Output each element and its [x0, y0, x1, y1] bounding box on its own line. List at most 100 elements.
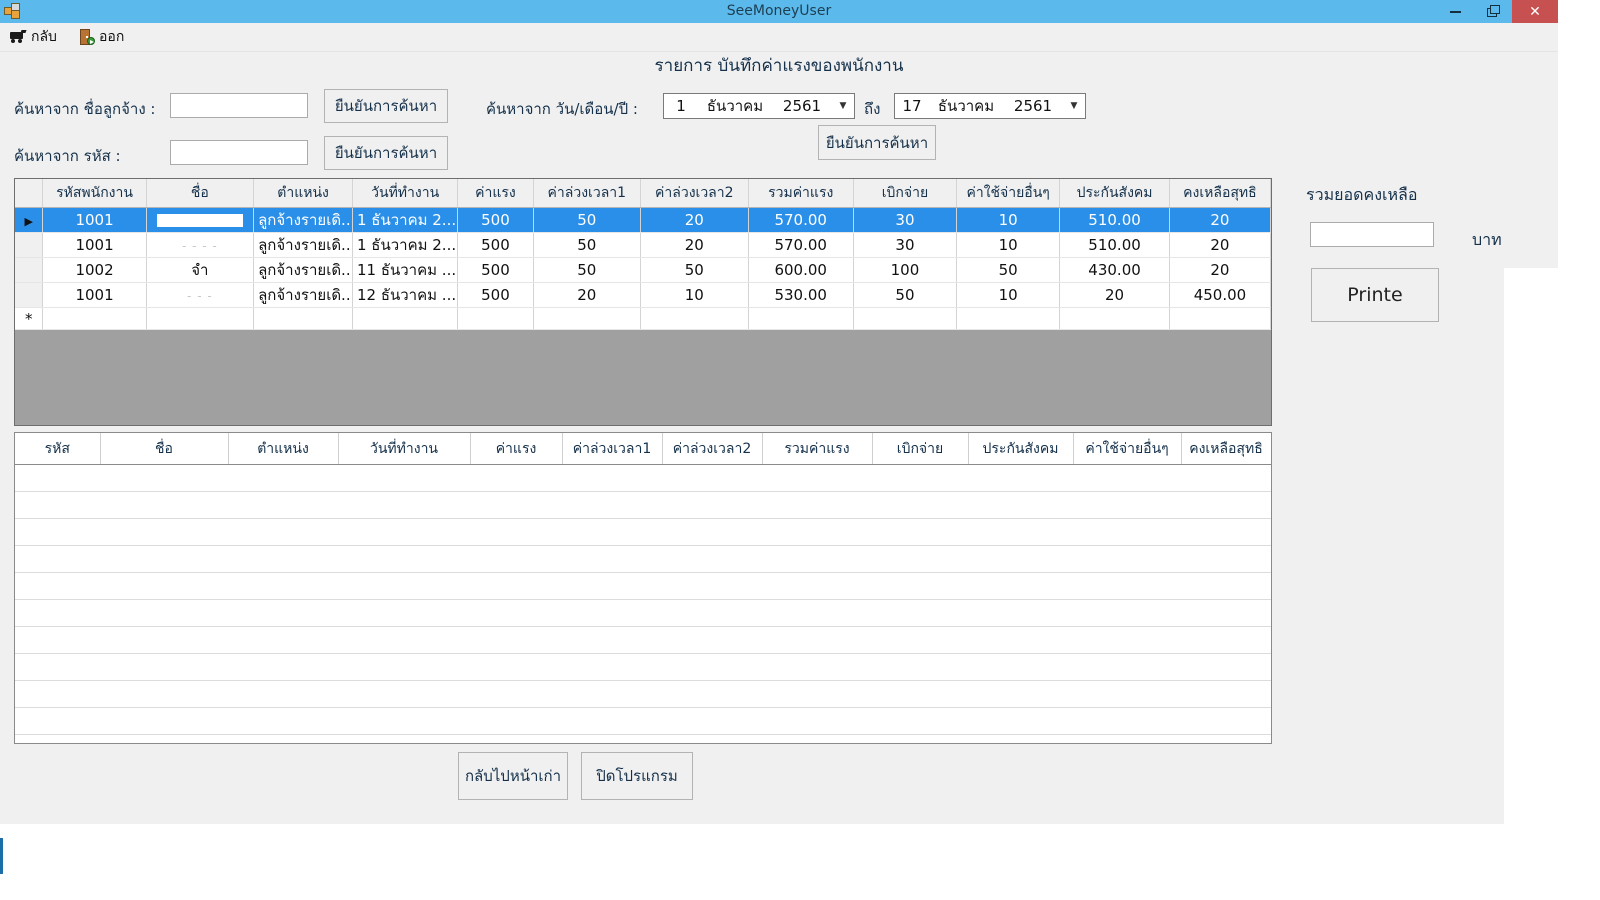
cell-social-security[interactable]: 510.00 — [1060, 208, 1170, 233]
cell-position[interactable]: ลูกจ้างรายเดิ... — [254, 208, 353, 233]
col-total-wage[interactable]: รวมค่าแรง — [762, 433, 872, 465]
table-row[interactable]: 1001 - - - ลูกจ้างรายเดิ... 12 ธันวาคม .… — [15, 283, 1271, 308]
col-workdate[interactable]: วันที่ทำงาน — [353, 179, 458, 208]
cell-name[interactable]: - - - - — [146, 233, 253, 258]
new-cell[interactable] — [957, 308, 1060, 330]
col-withdraw[interactable]: เบิกจ่าย — [872, 433, 968, 465]
cell-workdate[interactable]: 1 ธันวาคม 2... — [353, 208, 458, 233]
cell-ot2[interactable]: 50 — [641, 258, 748, 283]
row-selector[interactable] — [15, 233, 43, 258]
cell-total-wage[interactable]: 570.00 — [748, 208, 853, 233]
col-other-expense[interactable]: ค่าใช้จ่ายอื่นๆ — [957, 179, 1060, 208]
cell-social-security[interactable]: 510.00 — [1060, 233, 1170, 258]
new-cell[interactable] — [43, 308, 146, 330]
cell-other-expense[interactable]: 10 — [957, 283, 1060, 308]
cell-ot1[interactable]: 50 — [533, 233, 640, 258]
col-social-security[interactable]: ประกันสังคม — [968, 433, 1073, 465]
search-name-input[interactable] — [170, 93, 308, 118]
new-cell[interactable] — [641, 308, 748, 330]
cell-social-security[interactable]: 20 — [1060, 283, 1170, 308]
cell-position[interactable]: ลูกจ้างรายเดิ... — [254, 258, 353, 283]
cell-name[interactable]: - - - — [146, 283, 253, 308]
table-row[interactable]: ▶ 1001 ลูกจ้างรายเดิ... 1 ธันวาคม 2... 5… — [15, 208, 1271, 233]
search-name-button[interactable]: ยืนยันการค้นหา — [324, 89, 448, 123]
summary-total-input[interactable] — [1310, 222, 1434, 247]
cell-total-wage[interactable]: 530.00 — [748, 283, 853, 308]
cell-emp-code[interactable]: 1001 — [43, 233, 146, 258]
cell-ot2[interactable]: 10 — [641, 283, 748, 308]
cell-net-balance[interactable]: 20 — [1169, 233, 1270, 258]
new-cell[interactable] — [533, 308, 640, 330]
col-emp-code[interactable]: รหัสพนักงาน — [43, 179, 146, 208]
cell-wage[interactable]: 500 — [458, 283, 533, 308]
restore-button[interactable] — [1474, 0, 1512, 23]
menu-item-exit[interactable]: ออก — [74, 23, 130, 51]
cell-net-balance[interactable]: 20 — [1169, 208, 1270, 233]
cell-ot2[interactable]: 20 — [641, 208, 748, 233]
row-selector[interactable]: ▶ — [15, 208, 43, 233]
cell-emp-code[interactable]: 1001 — [43, 208, 146, 233]
col-name[interactable]: ชื่อ — [100, 433, 228, 465]
cell-wage[interactable]: 500 — [458, 208, 533, 233]
col-position[interactable]: ตำแหน่ง — [254, 179, 353, 208]
col-social-security[interactable]: ประกันสังคม — [1060, 179, 1170, 208]
search-code-button[interactable]: ยืนยันการค้นหา — [324, 136, 448, 170]
cell-other-expense[interactable]: 10 — [957, 208, 1060, 233]
close-program-button[interactable]: ปิดโปรแกรม — [581, 752, 693, 800]
col-ot2[interactable]: ค่าล่วงเวลา2 — [662, 433, 762, 465]
cell-position[interactable]: ลูกจ้างรายเดิ... — [254, 233, 353, 258]
new-cell[interactable] — [1169, 308, 1270, 330]
cell-wage[interactable]: 500 — [458, 233, 533, 258]
cell-total-wage[interactable]: 570.00 — [748, 233, 853, 258]
cell-ot1[interactable]: 50 — [533, 208, 640, 233]
cell-wage[interactable]: 500 — [458, 258, 533, 283]
cell-withdraw[interactable]: 50 — [853, 283, 956, 308]
search-date-button[interactable]: ยืนยันการค้นหา — [818, 125, 936, 160]
table-row[interactable]: 1001 - - - - ลูกจ้างรายเดิ... 1 ธันวาคม … — [15, 233, 1271, 258]
cell-position[interactable]: ลูกจ้างรายเดิ... — [254, 283, 353, 308]
chevron-down-icon[interactable]: ▼ — [1063, 94, 1085, 118]
cell-name[interactable]: จำ — [146, 258, 253, 283]
col-withdraw[interactable]: เบิกจ่าย — [853, 179, 956, 208]
new-cell[interactable] — [853, 308, 956, 330]
cell-withdraw[interactable]: 30 — [853, 208, 956, 233]
print-button[interactable]: Printe — [1311, 268, 1439, 322]
cell-other-expense[interactable]: 50 — [957, 258, 1060, 283]
date-from-picker[interactable]: 1 ธันวาคม 2561 ▼ — [663, 93, 855, 119]
cell-ot1[interactable]: 20 — [533, 283, 640, 308]
new-cell[interactable] — [254, 308, 353, 330]
cell-emp-code[interactable]: 1001 — [43, 283, 146, 308]
col-ot2[interactable]: ค่าล่วงเวลา2 — [641, 179, 748, 208]
new-row[interactable]: * — [15, 308, 1271, 330]
col-name[interactable]: ชื่อ — [146, 179, 253, 208]
col-net-balance[interactable]: คงเหลือสุทธิ — [1169, 179, 1270, 208]
new-cell[interactable] — [353, 308, 458, 330]
new-cell[interactable] — [146, 308, 253, 330]
new-cell[interactable] — [458, 308, 533, 330]
col-total-wage[interactable]: รวมค่าแรง — [748, 179, 853, 208]
new-cell[interactable] — [748, 308, 853, 330]
col-ot1[interactable]: ค่าล่วงเวลา1 — [562, 433, 662, 465]
row-selector[interactable] — [15, 283, 43, 308]
cell-social-security[interactable]: 430.00 — [1060, 258, 1170, 283]
wage-report-grid[interactable]: รหัส ชื่อ ตำแหน่ง วันที่ทำงาน ค่าแรง ค่า… — [14, 432, 1272, 744]
cell-name[interactable] — [146, 208, 253, 233]
cell-emp-code[interactable]: 1002 — [43, 258, 146, 283]
cell-ot1[interactable]: 50 — [533, 258, 640, 283]
cell-total-wage[interactable]: 600.00 — [748, 258, 853, 283]
table-row[interactable]: 1002 จำ ลูกจ้างรายเดิ... 11 ธันวาคม ... … — [15, 258, 1271, 283]
search-code-input[interactable] — [170, 140, 308, 165]
cell-net-balance[interactable]: 450.00 — [1169, 283, 1270, 308]
menu-item-back[interactable]: กลับ — [4, 23, 63, 51]
col-code[interactable]: รหัส — [15, 433, 100, 465]
employee-wage-grid[interactable]: รหัสพนักงาน ชื่อ ตำแหน่ง วันที่ทำงาน ค่า… — [14, 178, 1272, 426]
cell-net-balance[interactable]: 20 — [1169, 258, 1270, 283]
cell-other-expense[interactable]: 10 — [957, 233, 1060, 258]
new-cell[interactable] — [1060, 308, 1170, 330]
col-wage[interactable]: ค่าแรง — [470, 433, 562, 465]
close-button[interactable]: ✕ — [1512, 0, 1558, 23]
cell-workdate[interactable]: 12 ธันวาคม ... — [353, 283, 458, 308]
row-selector[interactable] — [15, 258, 43, 283]
col-other-expense[interactable]: ค่าใช้จ่ายอื่นๆ — [1073, 433, 1181, 465]
cell-workdate[interactable]: 11 ธันวาคม ... — [353, 258, 458, 283]
